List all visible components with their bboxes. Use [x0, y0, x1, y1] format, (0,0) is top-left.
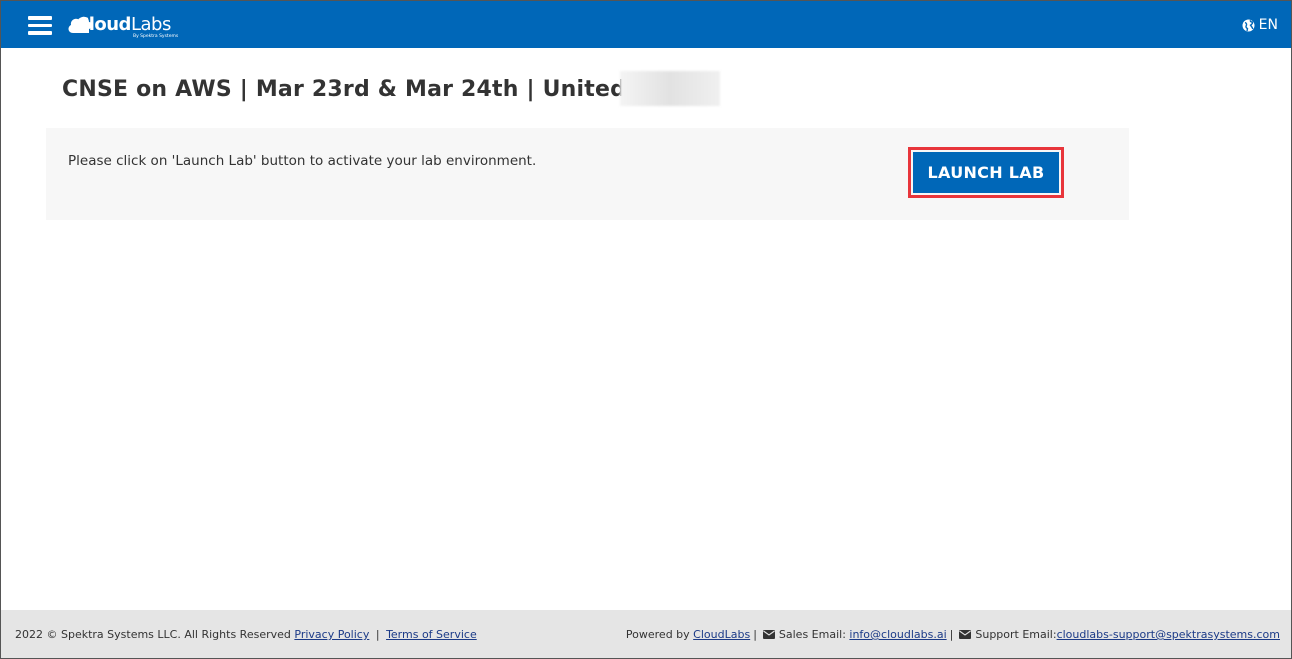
footer-right: Powered by CloudLabs | Sales Email: info…: [626, 628, 1280, 641]
logo-text: CloudLabs: [76, 14, 171, 35]
language-label: EN: [1258, 17, 1278, 33]
logo-subtitle: By Spektra Systems: [133, 34, 179, 39]
copyright-text: 2022 © Spektra Systems LLC. All Rights R…: [15, 628, 291, 641]
launch-panel: Please click on 'Launch Lab' button to a…: [46, 128, 1129, 220]
powered-by-text: Powered by: [625, 628, 690, 641]
top-navbar: CloudLabs By Spektra Systems EN: [1, 1, 1291, 48]
footer: 2022 © Spektra Systems LLC. All Rights R…: [1, 610, 1291, 658]
support-email-label: Support Email:: [975, 628, 1057, 641]
sales-email-label: Sales Email:: [778, 628, 846, 641]
privacy-policy-link[interactable]: Privacy Policy: [294, 628, 369, 641]
separator: |: [375, 628, 380, 641]
redacted-region: [620, 71, 720, 106]
cloudlabs-link[interactable]: CloudLabs: [693, 628, 750, 641]
globe-icon: [1242, 19, 1255, 31]
launch-lab-button[interactable]: LAUNCH LAB: [913, 152, 1059, 193]
separator: |: [949, 628, 954, 641]
envelope-icon: [959, 630, 972, 639]
language-selector[interactable]: EN: [1242, 17, 1278, 33]
launch-instructions: Please click on 'Launch Lab' button to a…: [68, 153, 537, 169]
support-email-link[interactable]: cloudlabs-support@spektrasystems.com: [1057, 628, 1280, 641]
terms-of-service-link[interactable]: Terms of Service: [386, 628, 477, 641]
separator: |: [753, 628, 757, 641]
envelope-icon: [762, 630, 775, 639]
footer-left: 2022 © Spektra Systems LLC. All Rights R…: [15, 628, 477, 641]
page-title: CNSE on AWS | Mar 23rd & Mar 24th | Unit…: [62, 77, 715, 102]
hamburger-menu-icon[interactable]: [28, 16, 52, 35]
sales-email-link[interactable]: info@cloudlabs.ai: [849, 628, 946, 641]
launch-button-highlight: LAUNCH LAB: [908, 147, 1064, 198]
cloudlabs-logo[interactable]: CloudLabs By Spektra Systems: [67, 12, 187, 40]
